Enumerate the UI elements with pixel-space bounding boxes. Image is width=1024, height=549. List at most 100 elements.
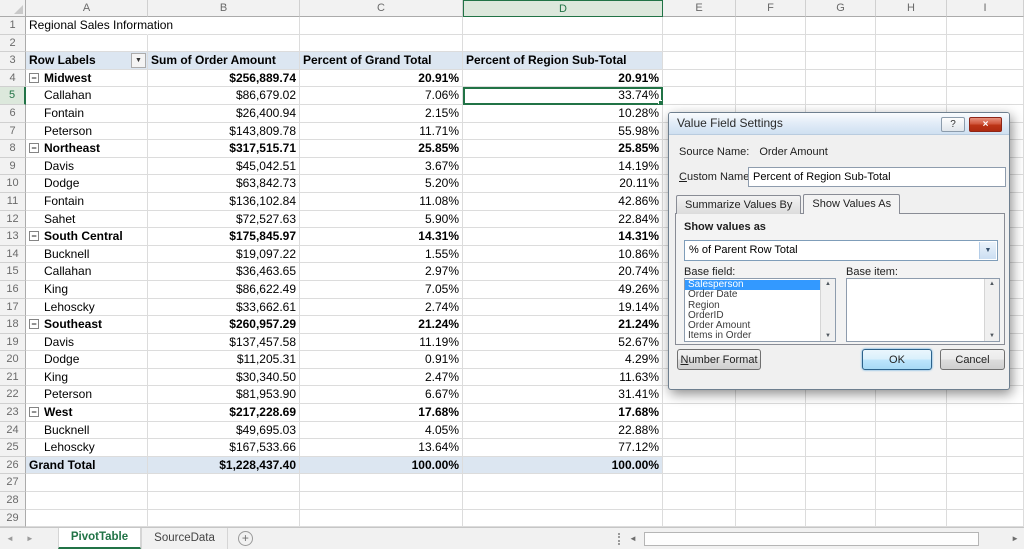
- cell-F4[interactable]: [736, 70, 806, 88]
- cell-C20[interactable]: 0.91%: [300, 351, 463, 369]
- base-field-option[interactable]: Items in Order: [685, 331, 820, 341]
- cell-G1[interactable]: [806, 17, 876, 35]
- cell-A28[interactable]: [26, 492, 148, 510]
- row-header-21[interactable]: 21: [0, 369, 26, 387]
- cell-C11[interactable]: 11.08%: [300, 193, 463, 211]
- cell-D4[interactable]: 20.91%: [463, 70, 663, 88]
- column-header-d[interactable]: D: [463, 0, 663, 17]
- cancel-button[interactable]: Cancel: [940, 349, 1005, 370]
- select-all-corner[interactable]: [0, 0, 26, 17]
- cell-D2[interactable]: [463, 35, 663, 53]
- column-header-a[interactable]: A: [26, 0, 148, 17]
- cell-A26[interactable]: Grand Total: [26, 457, 148, 475]
- cell-E26[interactable]: [663, 457, 736, 475]
- cell-D15[interactable]: 20.74%: [463, 263, 663, 281]
- base-field-scrollbar[interactable]: ▲ ▼: [820, 279, 835, 341]
- cell-D10[interactable]: 20.11%: [463, 175, 663, 193]
- cell-D9[interactable]: 14.19%: [463, 158, 663, 176]
- ok-button[interactable]: OK: [862, 349, 932, 370]
- cell-F26[interactable]: [736, 457, 806, 475]
- cell-I26[interactable]: [947, 457, 1024, 475]
- row-header-17[interactable]: 17: [0, 299, 26, 317]
- hscroll-thumb[interactable]: [644, 532, 979, 546]
- row-labels-filter-icon[interactable]: ▼: [131, 53, 146, 68]
- cell-F27[interactable]: [736, 474, 806, 492]
- cell-C9[interactable]: 3.67%: [300, 158, 463, 176]
- cell-C10[interactable]: 5.20%: [300, 175, 463, 193]
- cell-F28[interactable]: [736, 492, 806, 510]
- number-format-button[interactable]: Number Format: [677, 349, 761, 370]
- cell-I27[interactable]: [947, 474, 1024, 492]
- scroll-down-icon[interactable]: ▼: [989, 333, 995, 339]
- row-header-18[interactable]: 18: [0, 316, 26, 334]
- cell-I3[interactable]: [947, 52, 1024, 70]
- sheet-tab-sourcedata[interactable]: SourceData: [141, 528, 228, 549]
- cell-H23[interactable]: [876, 404, 947, 422]
- cell-C16[interactable]: 7.05%: [300, 281, 463, 299]
- cell-D22[interactable]: 31.41%: [463, 386, 663, 404]
- cell-H4[interactable]: [876, 70, 947, 88]
- cell-G3[interactable]: [806, 52, 876, 70]
- cell-C4[interactable]: 20.91%: [300, 70, 463, 88]
- cell-G27[interactable]: [806, 474, 876, 492]
- cell-E25[interactable]: [663, 439, 736, 457]
- cell-H26[interactable]: [876, 457, 947, 475]
- cell-D26[interactable]: 100.00%: [463, 457, 663, 475]
- cell-G5[interactable]: [806, 87, 876, 105]
- new-sheet-button[interactable]: +: [238, 531, 253, 546]
- row-header-12[interactable]: 12: [0, 211, 26, 229]
- cell-H29[interactable]: [876, 510, 947, 528]
- cell-I24[interactable]: [947, 422, 1024, 440]
- cell-B28[interactable]: [148, 492, 300, 510]
- cell-D8[interactable]: 25.85%: [463, 140, 663, 158]
- cell-C29[interactable]: [300, 510, 463, 528]
- fill-handle[interactable]: [658, 100, 663, 105]
- cell-F24[interactable]: [736, 422, 806, 440]
- cell-C3[interactable]: Percent of Grand Total: [300, 52, 463, 70]
- cell-B15[interactable]: $36,463.65: [148, 263, 300, 281]
- cell-A16[interactable]: King: [26, 281, 148, 299]
- row-header-1[interactable]: 1: [0, 17, 26, 35]
- cell-B3[interactable]: Sum of Order Amount: [148, 52, 300, 70]
- cell-C1[interactable]: [300, 17, 463, 35]
- sheet-nav-left-icon[interactable]: ◄: [0, 528, 20, 549]
- cell-A21[interactable]: King: [26, 369, 148, 387]
- scroll-up-icon[interactable]: ▲: [989, 281, 995, 287]
- cell-D7[interactable]: 55.98%: [463, 123, 663, 141]
- cell-E2[interactable]: [663, 35, 736, 53]
- cell-I28[interactable]: [947, 492, 1024, 510]
- collapse-button[interactable]: −: [29, 143, 39, 153]
- cell-A17[interactable]: Lehoscky: [26, 299, 148, 317]
- row-header-7[interactable]: 7: [0, 123, 26, 141]
- cell-C27[interactable]: [300, 474, 463, 492]
- cell-B20[interactable]: $11,205.31: [148, 351, 300, 369]
- cell-H5[interactable]: [876, 87, 947, 105]
- cell-C23[interactable]: 17.68%: [300, 404, 463, 422]
- cell-F1[interactable]: [736, 17, 806, 35]
- cell-F23[interactable]: [736, 404, 806, 422]
- cell-C24[interactable]: 4.05%: [300, 422, 463, 440]
- cell-D1[interactable]: [463, 17, 663, 35]
- cell-A20[interactable]: Dodge: [26, 351, 148, 369]
- cell-C21[interactable]: 2.47%: [300, 369, 463, 387]
- cell-A27[interactable]: [26, 474, 148, 492]
- cell-B8[interactable]: $317,515.71: [148, 140, 300, 158]
- cell-G2[interactable]: [806, 35, 876, 53]
- column-header-i[interactable]: I: [947, 0, 1024, 17]
- row-header-10[interactable]: 10: [0, 175, 26, 193]
- cell-G26[interactable]: [806, 457, 876, 475]
- cell-C14[interactable]: 1.55%: [300, 246, 463, 264]
- dialog-titlebar[interactable]: Value Field Settings ? ×: [669, 113, 1009, 135]
- cell-C15[interactable]: 2.97%: [300, 263, 463, 281]
- cell-E4[interactable]: [663, 70, 736, 88]
- column-header-g[interactable]: G: [806, 0, 876, 17]
- sheet-nav-right-icon[interactable]: ►: [20, 528, 40, 549]
- hscroll-right-icon[interactable]: ►: [1006, 534, 1024, 543]
- cell-A24[interactable]: Bucknell: [26, 422, 148, 440]
- cell-B14[interactable]: $19,097.22: [148, 246, 300, 264]
- cell-D3[interactable]: Percent of Region Sub-Total: [463, 52, 663, 70]
- row-header-28[interactable]: 28: [0, 492, 26, 510]
- cell-D25[interactable]: 77.12%: [463, 439, 663, 457]
- cell-D27[interactable]: [463, 474, 663, 492]
- cell-D11[interactable]: 42.86%: [463, 193, 663, 211]
